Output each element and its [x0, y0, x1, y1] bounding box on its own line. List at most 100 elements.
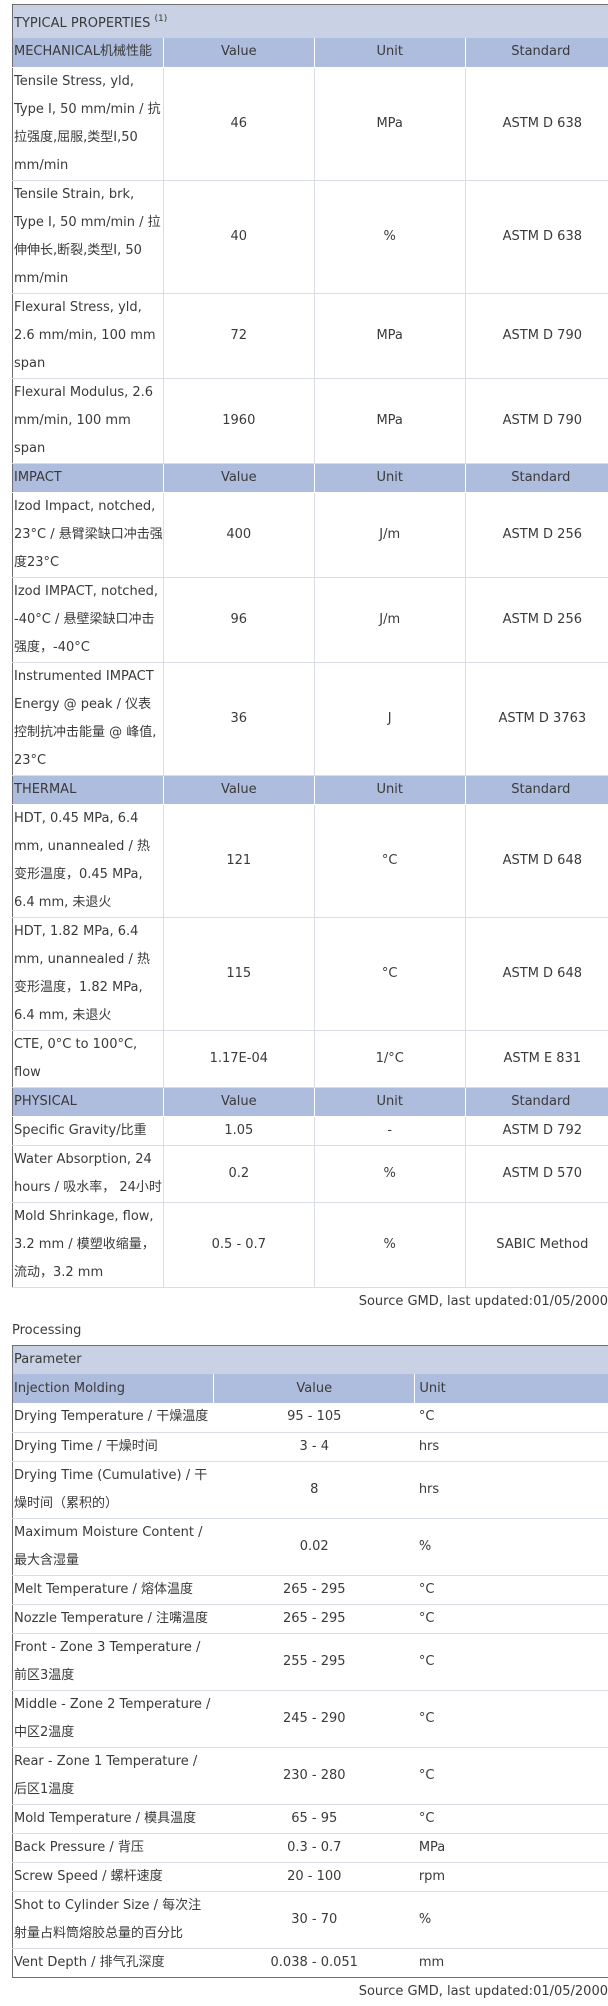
section-header-row: MECHANICAL机械性能ValueUnitStandard: [13, 38, 608, 67]
processing-value: 3 - 4: [214, 1432, 415, 1461]
property-value: 0.2: [163, 1145, 314, 1202]
property-name: Specific Gravity/比重: [13, 1116, 164, 1145]
processing-unit: °C: [415, 1403, 608, 1432]
property-standard: ASTM D 3763: [465, 662, 608, 775]
processing-unit: °C: [415, 1747, 608, 1804]
property-unit: °C: [314, 804, 465, 917]
processing-unit: %: [415, 1518, 608, 1575]
section-header-unit: Unit: [314, 1087, 465, 1116]
section-header-row: THERMALValueUnitStandard: [13, 775, 608, 804]
section-header-name: PHYSICAL: [13, 1087, 164, 1116]
processing-table: Parameter Injection Molding Value Unit D…: [12, 1345, 608, 1978]
property-name: Instrumented IMPACT Energy @ peak / 仪表控制…: [13, 662, 164, 775]
processing-unit: MPa: [415, 1833, 608, 1862]
datasheet: TYPICAL PROPERTIES (1) MECHANICAL机械性能Val…: [12, 4, 608, 2006]
processing-name: Shot to Cylinder Size / 每次注射量占料筒熔胶总量的百分比: [13, 1891, 214, 1948]
processing-value: 245 - 290: [214, 1690, 415, 1747]
property-unit: J: [314, 662, 465, 775]
processing-unit: %: [415, 1891, 608, 1948]
property-value: 1960: [163, 378, 314, 463]
property-value: 40: [163, 180, 314, 293]
property-row: Flexural Modulus, 2.6 mm/min, 100 mm spa…: [13, 378, 608, 463]
property-name: Mold Shrinkage, flow, 3.2 mm / 模塑收缩量，流动，…: [13, 1202, 164, 1287]
section-header-value: Value: [163, 38, 314, 67]
processing-value: 230 - 280: [214, 1747, 415, 1804]
property-name: HDT, 1.82 MPa, 6.4 mm, unannealed / 热变形温…: [13, 917, 164, 1030]
property-unit: J/m: [314, 577, 465, 662]
processing-name: Maximum Moisture Content / 最大含湿量: [13, 1518, 214, 1575]
property-unit: MPa: [314, 67, 465, 180]
property-row: Mold Shrinkage, flow, 3.2 mm / 模塑收缩量，流动，…: [13, 1202, 608, 1287]
processing-value: 265 - 295: [214, 1575, 415, 1604]
section-header-standard: Standard: [465, 38, 608, 67]
processing-row: Vent Depth / 排气孔深度0.038 - 0.051mm: [13, 1948, 608, 1977]
processing-name: Drying Time / 干燥时间: [13, 1432, 214, 1461]
property-value: 72: [163, 293, 314, 378]
property-value: 0.5 - 0.7: [163, 1202, 314, 1287]
property-standard: ASTM D 638: [465, 67, 608, 180]
processing-row: Shot to Cylinder Size / 每次注射量占料筒熔胶总量的百分比…: [13, 1891, 608, 1948]
processing-header-name: Injection Molding: [13, 1374, 214, 1403]
processing-value: 95 - 105: [214, 1403, 415, 1432]
section-header-standard: Standard: [465, 463, 608, 492]
property-standard: ASTM D 638: [465, 180, 608, 293]
property-row: Izod IMPACT, notched, -40°C / 悬壁梁缺口冲击强度，…: [13, 577, 608, 662]
processing-parameter-title: Parameter: [13, 1345, 608, 1374]
processing-unit: mm: [415, 1948, 608, 1977]
processing-row: Nozzle Temperature / 注嘴温度265 - 295°C: [13, 1604, 608, 1633]
property-standard: ASTM D 256: [465, 577, 608, 662]
property-row: Specific Gravity/比重1.05-ASTM D 792: [13, 1116, 608, 1145]
section-header-value: Value: [163, 463, 314, 492]
processing-value: 0.02: [214, 1518, 415, 1575]
processing-name: Middle - Zone 2 Temperature / 中区2温度: [13, 1690, 214, 1747]
property-value: 96: [163, 577, 314, 662]
processing-parameter-row: Parameter: [13, 1345, 608, 1374]
section-header-row: IMPACTValueUnitStandard: [13, 463, 608, 492]
property-value: 36: [163, 662, 314, 775]
typical-properties-title-row: TYPICAL PROPERTIES (1): [13, 5, 608, 39]
property-row: CTE, 0°C to 100°C, flow1.17E-041/°CASTM …: [13, 1030, 608, 1087]
property-unit: J/m: [314, 492, 465, 577]
processing-row: Drying Time (Cumulative) / 干燥时间（累积的）8hrs: [13, 1461, 608, 1518]
typical-properties-title-text: TYPICAL PROPERTIES: [14, 16, 150, 31]
processing-unit: °C: [415, 1575, 608, 1604]
section-header-unit: Unit: [314, 775, 465, 804]
processing-row: Screw Speed / 螺杆速度20 - 100rpm: [13, 1862, 608, 1891]
processing-header-value: Value: [214, 1374, 415, 1403]
processing-value: 255 - 295: [214, 1633, 415, 1690]
property-unit: %: [314, 1145, 465, 1202]
property-value: 46: [163, 67, 314, 180]
property-unit: °C: [314, 917, 465, 1030]
property-standard: ASTM D 570: [465, 1145, 608, 1202]
properties-source-note: Source GMD, last updated:01/05/2000: [12, 1288, 608, 1316]
property-row: HDT, 1.82 MPa, 6.4 mm, unannealed / 热变形温…: [13, 917, 608, 1030]
property-unit: %: [314, 1202, 465, 1287]
processing-name: Back Pressure / 背压: [13, 1833, 214, 1862]
property-standard: ASTM D 790: [465, 378, 608, 463]
property-row: Tensile Strain, brk, Type I, 50 mm/min /…: [13, 180, 608, 293]
property-value: 1.17E-04: [163, 1030, 314, 1087]
processing-row: Mold Temperature / 模具温度65 - 95°C: [13, 1804, 608, 1833]
processing-header-unit: Unit: [415, 1374, 608, 1403]
property-standard: SABIC Method: [465, 1202, 608, 1287]
property-unit: 1/°C: [314, 1030, 465, 1087]
processing-unit: °C: [415, 1633, 608, 1690]
typical-properties-table: TYPICAL PROPERTIES (1) MECHANICAL机械性能Val…: [12, 4, 608, 1288]
property-name: Tensile Strain, brk, Type I, 50 mm/min /…: [13, 180, 164, 293]
processing-row: Maximum Moisture Content / 最大含湿量0.02%: [13, 1518, 608, 1575]
processing-title: Processing: [12, 1316, 608, 1345]
processing-row: Front - Zone 3 Temperature / 前区3温度255 - …: [13, 1633, 608, 1690]
property-row: Flexural Stress, yld, 2.6 mm/min, 100 mm…: [13, 293, 608, 378]
processing-name: Nozzle Temperature / 注嘴温度: [13, 1604, 214, 1633]
property-unit: -: [314, 1116, 465, 1145]
processing-source-note: Source GMD, last updated:01/05/2000: [12, 1978, 608, 2006]
processing-row: Drying Time / 干燥时间3 - 4hrs: [13, 1432, 608, 1461]
processing-unit: hrs: [415, 1461, 608, 1518]
section-header-unit: Unit: [314, 463, 465, 492]
section-header-name: THERMAL: [13, 775, 164, 804]
processing-name: Rear - Zone 1 Temperature / 后区1温度: [13, 1747, 214, 1804]
processing-row: Back Pressure / 背压0.3 - 0.7MPa: [13, 1833, 608, 1862]
property-unit: MPa: [314, 378, 465, 463]
property-name: Water Absorption, 24 hours / 吸水率， 24小时: [13, 1145, 164, 1202]
property-standard: ASTM D 648: [465, 917, 608, 1030]
